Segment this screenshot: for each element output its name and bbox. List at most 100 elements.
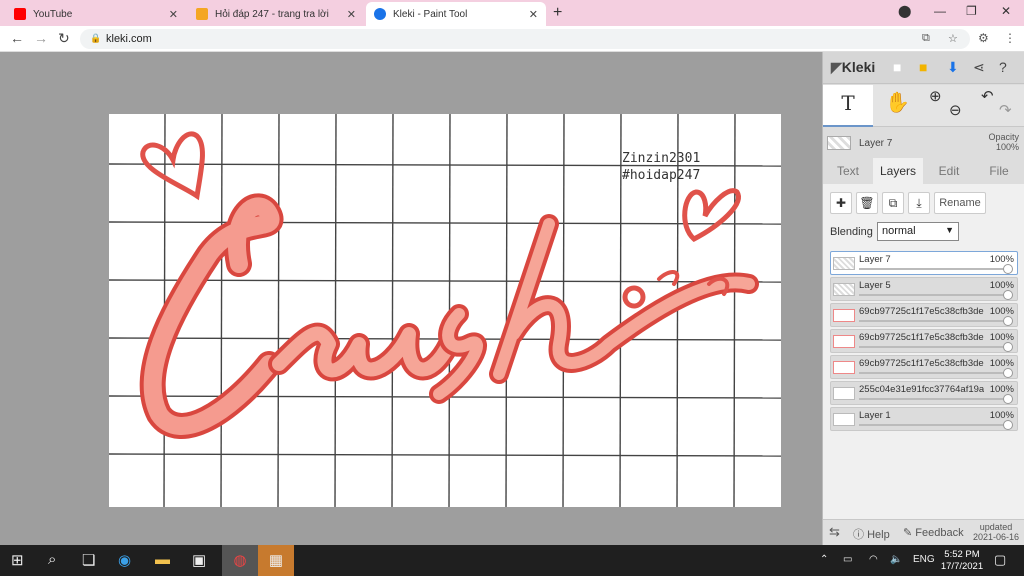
swap-panel-icon[interactable]: ⇆ [829,524,840,540]
layer-opacity-slider[interactable] [859,346,1007,348]
hand-tool-icon[interactable]: ✋ [885,90,910,115]
feedback-button[interactable]: ✎ Feedback [903,526,964,539]
chevron-down-icon: ▼ [945,225,954,235]
merge-layer-button[interactable]: ⤓ [908,192,930,214]
minimize-button[interactable]: — [934,4,946,18]
blending-select[interactable]: normal ▼ [877,222,959,241]
layer-thumb [833,309,855,322]
profile-menu-icon[interactable]: ⬤ [898,4,911,18]
redo-icon[interactable]: ↷ [999,101,1012,119]
battery-icon[interactable]: ▭ [843,554,852,565]
rename-button[interactable]: Rename [934,192,986,214]
edge-icon[interactable]: ◉ [118,551,131,569]
notification-icon[interactable]: ▢ [994,552,1006,568]
tool-row: T ✋ ⊕ ⊖ ↶ ↷ [823,85,1024,127]
layer-thumb [833,413,855,426]
layer-row[interactable]: 69cb97725c1f17e5c38cfb3de 100% [830,303,1018,327]
wifi-icon[interactable]: ◠ [869,554,878,565]
tab-kleki[interactable]: Kleki - Paint Tool ✕ [366,2,546,26]
kleki-logo: ◤Kleki [831,59,876,75]
tab-layers[interactable]: Layers [873,158,923,184]
url-text: kleki.com [106,33,152,45]
text-tool-button[interactable]: T [823,85,873,127]
tab-text[interactable]: Text [823,158,873,184]
layer-opacity-slider[interactable] [859,372,1007,374]
taskbar-clock[interactable]: 5:52 PM 17/7/2021 [938,549,986,573]
tab-hoidap[interactable]: Hỏi đáp 247 - trang tra lời ✕ [188,2,364,26]
bookmark-star-icon[interactable]: ☆ [948,32,958,45]
new-tab-button[interactable]: + [553,4,562,22]
layer-row[interactable]: Layer 1 100% [830,407,1018,431]
layer-thumbnail [827,136,851,150]
layer-opacity-slider[interactable] [859,294,1007,296]
open-folder-icon[interactable]: ■ [919,59,927,75]
help-circle-icon[interactable]: ? [999,59,1007,75]
kleki-favicon-icon [374,8,386,20]
forward-button[interactable]: → [34,30,48,46]
extension-icon[interactable]: ⚙ [978,31,989,45]
layer-row[interactable]: 69cb97725c1f17e5c38cfb3de 100% [830,329,1018,353]
task-view-icon[interactable]: ❏ [82,551,95,569]
undo-icon[interactable]: ↶ [981,87,994,105]
slider-knob[interactable] [1003,290,1013,300]
add-layer-button[interactable]: ✚ [830,192,852,214]
language-indicator[interactable]: ENG [913,554,935,565]
reload-button[interactable]: ↻ [58,30,70,47]
download-icon[interactable]: ⬇ [947,59,959,76]
layer-row[interactable]: 255c04e31e91fcc37764af19a 100% [830,381,1018,405]
signature-line-2: #hoidap247 [622,168,701,183]
layer-opacity-slider[interactable] [859,268,1007,270]
delete-layer-button[interactable]: 🗑 [856,192,878,214]
layer-opacity-slider[interactable] [859,424,1007,426]
drawing-canvas[interactable]: Zinzin2301 #hoidap247 [109,114,781,507]
slider-knob[interactable] [1003,264,1013,274]
tab-edit[interactable]: Edit [924,158,974,184]
omnibox[interactable]: 🔒 kleki.com ⧉ ☆ [80,29,970,49]
layers-pane: ✚ 🗑 ⧉ ⤓ Rename Blending normal ▼ Layer 7 … [823,184,1024,545]
new-image-icon[interactable]: ■ [893,59,901,75]
layer-thumb [833,283,855,296]
zoom-in-icon[interactable]: ⊕ [929,87,942,105]
help-circle-icon: ⓘ [853,529,864,541]
close-icon[interactable]: ✕ [169,8,178,21]
app-icon[interactable]: ▦ [258,545,294,576]
chrome-icon[interactable]: ◍ [222,545,258,576]
share-icon[interactable]: ⋖ [973,59,985,76]
window-close-button[interactable]: ✕ [1001,4,1011,18]
layer-row[interactable]: Layer 7 100% [830,251,1018,275]
close-icon[interactable]: ✕ [529,8,538,21]
chrome-menu-icon[interactable]: ⋮ [1004,31,1016,45]
browser-tab-bar: YouTube ✕ Hỏi đáp 247 - trang tra lời ✕ … [0,0,1024,26]
layer-opacity-slider[interactable] [859,320,1007,322]
layer-row[interactable]: 69cb97725c1f17e5c38cfb3de 100% [830,355,1018,379]
signature-line-1: Zinzin2301 [622,151,701,166]
close-icon[interactable]: ✕ [347,8,356,21]
translate-icon[interactable]: ⧉ [922,32,930,45]
slider-knob[interactable] [1003,316,1013,326]
slider-knob[interactable] [1003,342,1013,352]
tab-title: YouTube [33,8,73,20]
restore-button[interactable]: ❐ [966,4,977,18]
windows-start-icon[interactable]: ⊞ [11,551,24,569]
help-button[interactable]: ⓘ Help [853,526,890,542]
layer-opacity-slider[interactable] [859,398,1007,400]
back-button[interactable]: ← [10,30,24,46]
slider-knob[interactable] [1003,368,1013,378]
slider-knob[interactable] [1003,394,1013,404]
zoom-out-icon[interactable]: ⊖ [949,101,962,119]
layer-thumb [833,387,855,400]
slider-knob[interactable] [1003,420,1013,430]
tab-title: Kleki - Paint Tool [393,8,468,20]
tray-chevron-icon[interactable]: ⌃ [820,554,828,565]
lock-icon: 🔒 [90,33,102,43]
file-explorer-icon[interactable]: ▬ [155,551,170,568]
layer-thumb [833,361,855,374]
search-icon[interactable]: ⌕ [48,551,56,568]
tab-file[interactable]: File [974,158,1024,184]
volume-icon[interactable]: 🔈 [890,554,902,565]
updated-info: updated 2021-06-16 [973,522,1020,542]
tab-youtube[interactable]: YouTube ✕ [6,2,186,26]
store-icon[interactable]: ▣ [192,551,206,569]
layer-row[interactable]: Layer 5 100% [830,277,1018,301]
duplicate-layer-button[interactable]: ⧉ [882,192,904,214]
